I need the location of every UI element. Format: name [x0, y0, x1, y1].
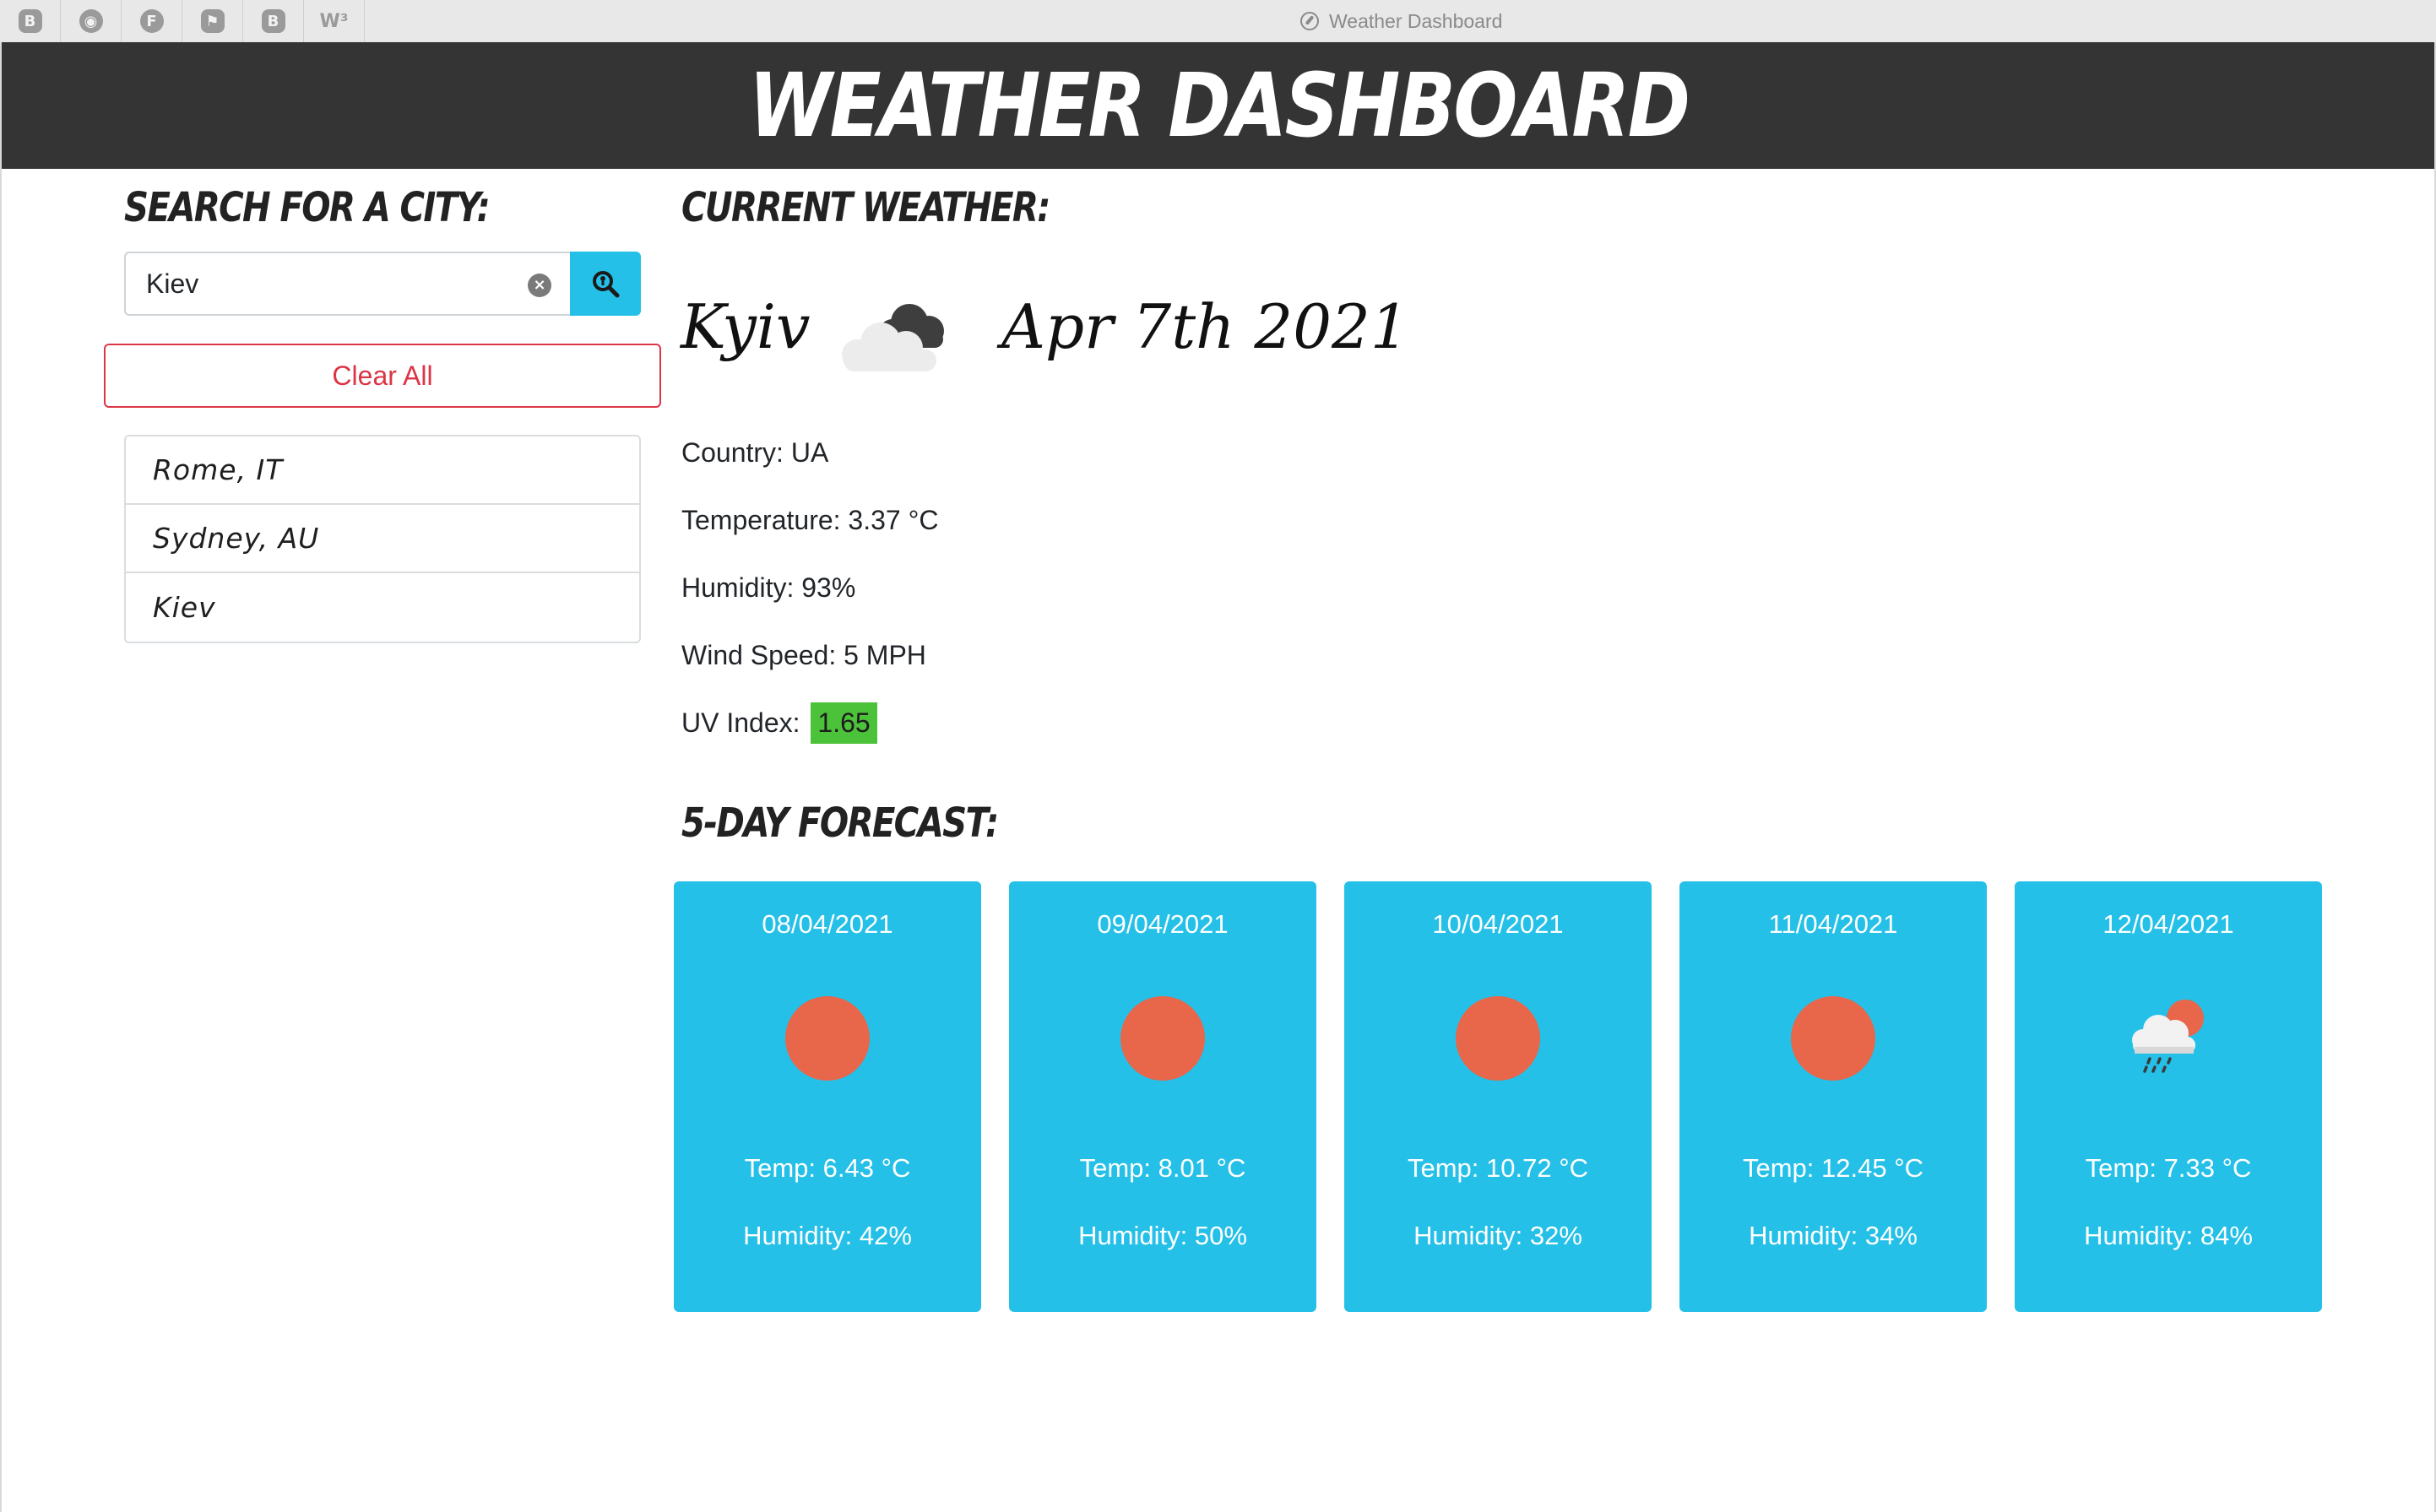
forecast-temp: Temp: 7.33 °C — [2085, 1153, 2252, 1183]
bootstrap-alt-icon[interactable]: B — [243, 0, 304, 42]
forecast-humidity: Humidity: 34% — [1749, 1221, 1918, 1250]
clear-input-icon[interactable]: × — [528, 274, 551, 297]
current-city-name: Kyiv — [681, 291, 811, 362]
compass-icon — [1300, 12, 1319, 30]
site-header: Weather Dashboard — [2, 42, 2434, 169]
forecast-card: 11/04/2021 Temp: 12.45 °C Humidity: 34% — [1679, 881, 1987, 1312]
forecast-date: 09/04/2021 — [1097, 909, 1229, 939]
w3schools-icon[interactable]: W³ — [304, 0, 365, 42]
current-weather-heading: Current Weather: — [681, 184, 1050, 231]
clear-all-button[interactable]: Clear All — [104, 344, 661, 408]
uv-index-badge: 1.65 — [811, 702, 877, 744]
favicon-f-icon[interactable]: F — [122, 0, 182, 42]
forecast-temp: Temp: 8.01 °C — [1079, 1153, 1246, 1183]
sun-icon — [1791, 996, 1875, 1081]
forecast-temp: Temp: 6.43 °C — [744, 1153, 911, 1183]
search-input[interactable] — [126, 253, 570, 314]
history-item[interactable]: Sydney, AU — [126, 505, 639, 573]
history-item[interactable]: Rome, IT — [126, 436, 639, 505]
flag-icon[interactable]: ⚑ — [182, 0, 243, 42]
w3schools-icon-glyph: W³ — [319, 10, 349, 32]
forecast-humidity: Humidity: 84% — [2084, 1221, 2253, 1250]
sun-icon — [785, 996, 870, 1081]
current-uv-index: UV Index: 1.65 — [681, 702, 877, 744]
forecast-date: 10/04/2021 — [1432, 909, 1564, 939]
cloud-icon — [842, 304, 944, 371]
bootstrap-icon-glyph: B — [18, 9, 42, 33]
rain-sun-icon — [2132, 1000, 2204, 1073]
github-icon[interactable]: ◉ — [61, 0, 122, 42]
search-input-wrapper: × — [124, 252, 570, 316]
bookmark-icons: B ◉ F ⚑ B W³ — [0, 0, 365, 42]
window-title: Weather Dashboard — [1300, 0, 1502, 42]
history-item[interactable]: Kiev — [126, 573, 639, 642]
favicon-f-icon-glyph: F — [139, 9, 164, 33]
forecast-card: 09/04/2021 Temp: 8.01 °C Humidity: 50% — [1009, 881, 1316, 1312]
forecast-humidity: Humidity: 42% — [743, 1221, 912, 1250]
uv-index-label: UV Index: — [681, 707, 800, 738]
search-heading: Search for a City: — [124, 184, 491, 231]
current-temperature: Temperature: 3.37 °C — [681, 505, 939, 535]
search-group: × — [124, 252, 641, 316]
forecast-heading: 5-Day Forecast: — [681, 799, 999, 847]
forecast-card: 08/04/2021 Temp: 6.43 °C Humidity: 42% — [674, 881, 981, 1312]
forecast-temp: Temp: 12.45 °C — [1742, 1153, 1923, 1183]
current-wind-speed: Wind Speed: 5 MPH — [681, 640, 926, 670]
search-button[interactable] — [570, 252, 641, 316]
sun-icon — [1456, 996, 1540, 1081]
forecast-date: 11/04/2021 — [1768, 909, 1898, 939]
forecast-card: 12/04/2021 Temp: 7.33 °C Humidity: 84% — [2015, 881, 2322, 1312]
sun-icon — [1120, 996, 1205, 1081]
flag-icon-glyph: ⚑ — [200, 9, 225, 33]
window-edge-left — [0, 42, 2, 1512]
search-history-list: Rome, IT Sydney, AU Kiev — [124, 435, 641, 643]
window-title-text: Weather Dashboard — [1329, 9, 1503, 32]
page-title: Weather Dashboard — [748, 54, 1690, 157]
forecast-humidity: Humidity: 50% — [1078, 1221, 1247, 1250]
bootstrap-alt-icon-glyph: B — [261, 9, 285, 33]
current-country: Country: UA — [681, 437, 829, 468]
forecast-date: 12/04/2021 — [2102, 909, 2234, 939]
forecast-temp: Temp: 10.72 °C — [1407, 1153, 1588, 1183]
forecast-row: 08/04/2021 Temp: 6.43 °C Humidity: 42% 0… — [674, 881, 2322, 1312]
github-icon-glyph: ◉ — [79, 9, 103, 33]
current-humidity: Humidity: 93% — [681, 572, 856, 603]
bootstrap-icon[interactable]: B — [0, 0, 61, 42]
forecast-card: 10/04/2021 Temp: 10.72 °C Humidity: 32% — [1344, 881, 1652, 1312]
forecast-date: 08/04/2021 — [762, 909, 893, 939]
magnifier-icon — [593, 271, 620, 298]
forecast-humidity: Humidity: 32% — [1413, 1221, 1582, 1250]
current-date: Apr 7th 2021 — [1001, 291, 1409, 362]
browser-tab-bar: B ◉ F ⚑ B W³ Weather Dashboard — [0, 0, 2436, 43]
